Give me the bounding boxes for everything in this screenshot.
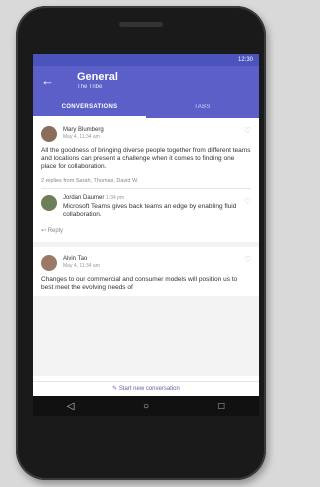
post-header: Mary Blumberg May 4, 11:34 am xyxy=(41,126,251,142)
team-subtitle: The Tribe xyxy=(77,84,103,90)
like-icon[interactable]: ♡ xyxy=(244,197,251,206)
tab-conversations[interactable]: CONVERSATIONS xyxy=(33,98,146,118)
tab-tabs[interactable]: TABS xyxy=(146,98,259,118)
android-nav-bar: ◁ ○ □ xyxy=(33,396,259,416)
post-header: Alvin Tao May 4, 11:34 am xyxy=(41,255,251,271)
compose-icon: ✎ xyxy=(112,386,118,392)
reply-label: Reply xyxy=(47,228,64,234)
nav-home-icon[interactable]: ○ xyxy=(136,401,156,412)
new-conversation-label: Start new conversation xyxy=(118,386,180,392)
status-time: 12:30 xyxy=(237,57,253,63)
phone-screen: 12:30 ← General The Tribe CONVERSATIONS … xyxy=(33,54,259,416)
post-body: Changes to our commercial and consumer m… xyxy=(41,276,238,291)
conversation-feed: Mary Blumberg May 4, 11:34 am ♡ All the … xyxy=(33,118,259,376)
nav-back-icon[interactable]: ◁ xyxy=(61,401,81,412)
like-icon[interactable]: ♡ xyxy=(244,126,251,135)
author-name: Alvin Tao xyxy=(63,256,88,262)
replies-summary[interactable]: 2 replies from Sarah, Thomas, David W. xyxy=(33,175,259,188)
avatar[interactable] xyxy=(41,126,57,142)
status-bar: 12:30 xyxy=(33,54,259,66)
app-bar: ← General The Tribe xyxy=(33,66,259,98)
post-meta: Mary Blumberg May 4, 11:34 am xyxy=(63,127,104,141)
avatar[interactable] xyxy=(41,195,57,211)
back-arrow-icon[interactable]: ← xyxy=(41,74,54,88)
reply-arrow-icon: ↩ xyxy=(41,228,47,234)
tab-bar: CONVERSATIONS TABS xyxy=(33,98,259,118)
phone-frame: 12:30 ← General The Tribe CONVERSATIONS … xyxy=(16,6,266,480)
author-name: Mary Blumberg xyxy=(63,127,104,133)
post: Mary Blumberg May 4, 11:34 am ♡ All the … xyxy=(33,118,259,175)
post-meta: Alvin Tao May 4, 11:34 am xyxy=(63,256,100,270)
reply-item: Jordan Daumer 1:34 pm Microsoft Teams gi… xyxy=(33,189,259,223)
post-time: May 4, 11:34 am xyxy=(63,263,100,269)
conversation-card: Alvin Tao May 4, 11:34 am ♡ Changes to o… xyxy=(33,247,259,296)
channel-title: General xyxy=(77,71,118,83)
nav-recents-icon[interactable]: □ xyxy=(211,401,231,412)
phone-speaker xyxy=(119,22,163,27)
reply-content: Jordan Daumer 1:34 pm Microsoft Teams gi… xyxy=(63,195,251,219)
conversation-card: Mary Blumberg May 4, 11:34 am ♡ All the … xyxy=(33,118,259,242)
new-conversation-button[interactable]: ✎ Start new conversation xyxy=(33,381,259,396)
reply-body: Microsoft Teams gives back teams an edge… xyxy=(63,203,237,218)
reply-button[interactable]: ↩ Reply xyxy=(33,223,259,242)
post-body: All the goodness of bringing diverse peo… xyxy=(41,147,251,170)
like-icon[interactable]: ♡ xyxy=(244,255,251,264)
avatar[interactable] xyxy=(41,255,57,271)
post-time: May 4, 11:34 am xyxy=(63,134,100,140)
reply-time: 1:34 pm xyxy=(106,195,125,201)
reply-author: Jordan Daumer xyxy=(63,195,105,201)
channel-title-block: General The Tribe xyxy=(77,71,118,91)
post: Alvin Tao May 4, 11:34 am ♡ Changes to o… xyxy=(33,247,259,296)
reply-header: Jordan Daumer 1:34 pm xyxy=(63,195,251,202)
